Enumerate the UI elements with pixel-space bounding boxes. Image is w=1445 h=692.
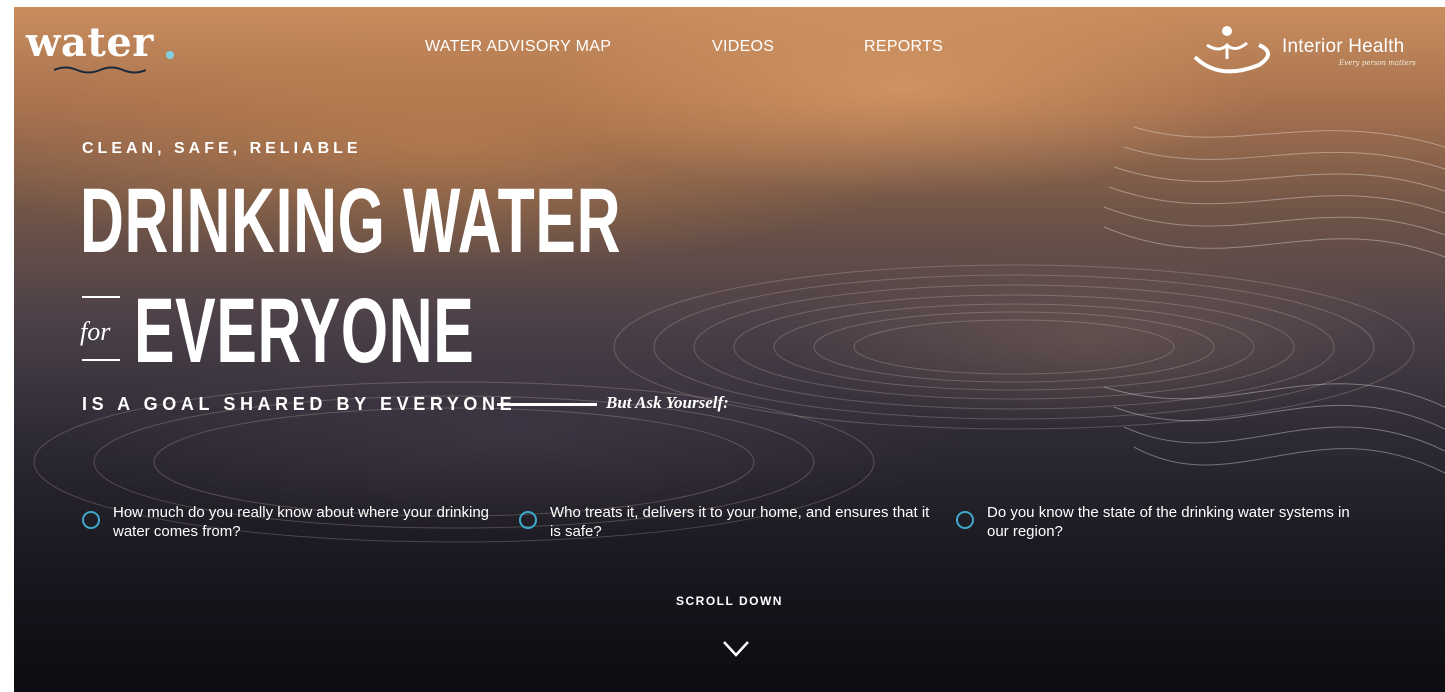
- logo-dot: [166, 51, 174, 59]
- subline-divider: [497, 403, 597, 406]
- nav-water-advisory-map[interactable]: WATER ADVISORY MAP: [425, 38, 611, 56]
- circle-icon: [956, 511, 974, 529]
- hero-headline-line2: EVERYONE: [134, 280, 475, 382]
- for-top-rule: [82, 296, 120, 298]
- circle-icon: [82, 511, 100, 529]
- nav-reports[interactable]: REPORTS: [864, 38, 943, 56]
- hero-headline-line1: DRINKING WATER: [80, 170, 622, 272]
- partner-tagline: Every person matters: [1339, 59, 1416, 67]
- circle-icon: [519, 511, 537, 529]
- question-text: Do you know the state of the drinking wa…: [987, 504, 1350, 540]
- hero-eyebrow: CLEAN, SAFE, RELIABLE: [82, 140, 362, 157]
- partner-name: Interior Health: [1282, 36, 1405, 57]
- ask-yourself-label: But Ask Yourself:: [606, 393, 729, 412]
- hero-headline-for: for: [80, 317, 111, 346]
- question-text: Who treats it, delivers it to your home,…: [550, 504, 930, 540]
- site-logo[interactable]: water: [26, 21, 154, 65]
- scroll-down-label[interactable]: SCROLL DOWN: [14, 594, 1445, 608]
- logo-wave-icon: [54, 66, 146, 74]
- chevron-down-icon[interactable]: [721, 639, 751, 659]
- hero-section: water WATER ADVISORY MAP VIDEOS REPORTS …: [14, 7, 1445, 692]
- hero-subline: IS A GOAL SHARED BY EVERYONE: [82, 394, 517, 414]
- question-text: How much do you really know about where …: [113, 504, 490, 540]
- nav-videos[interactable]: VIDEOS: [712, 38, 774, 56]
- for-bottom-rule: [82, 359, 120, 361]
